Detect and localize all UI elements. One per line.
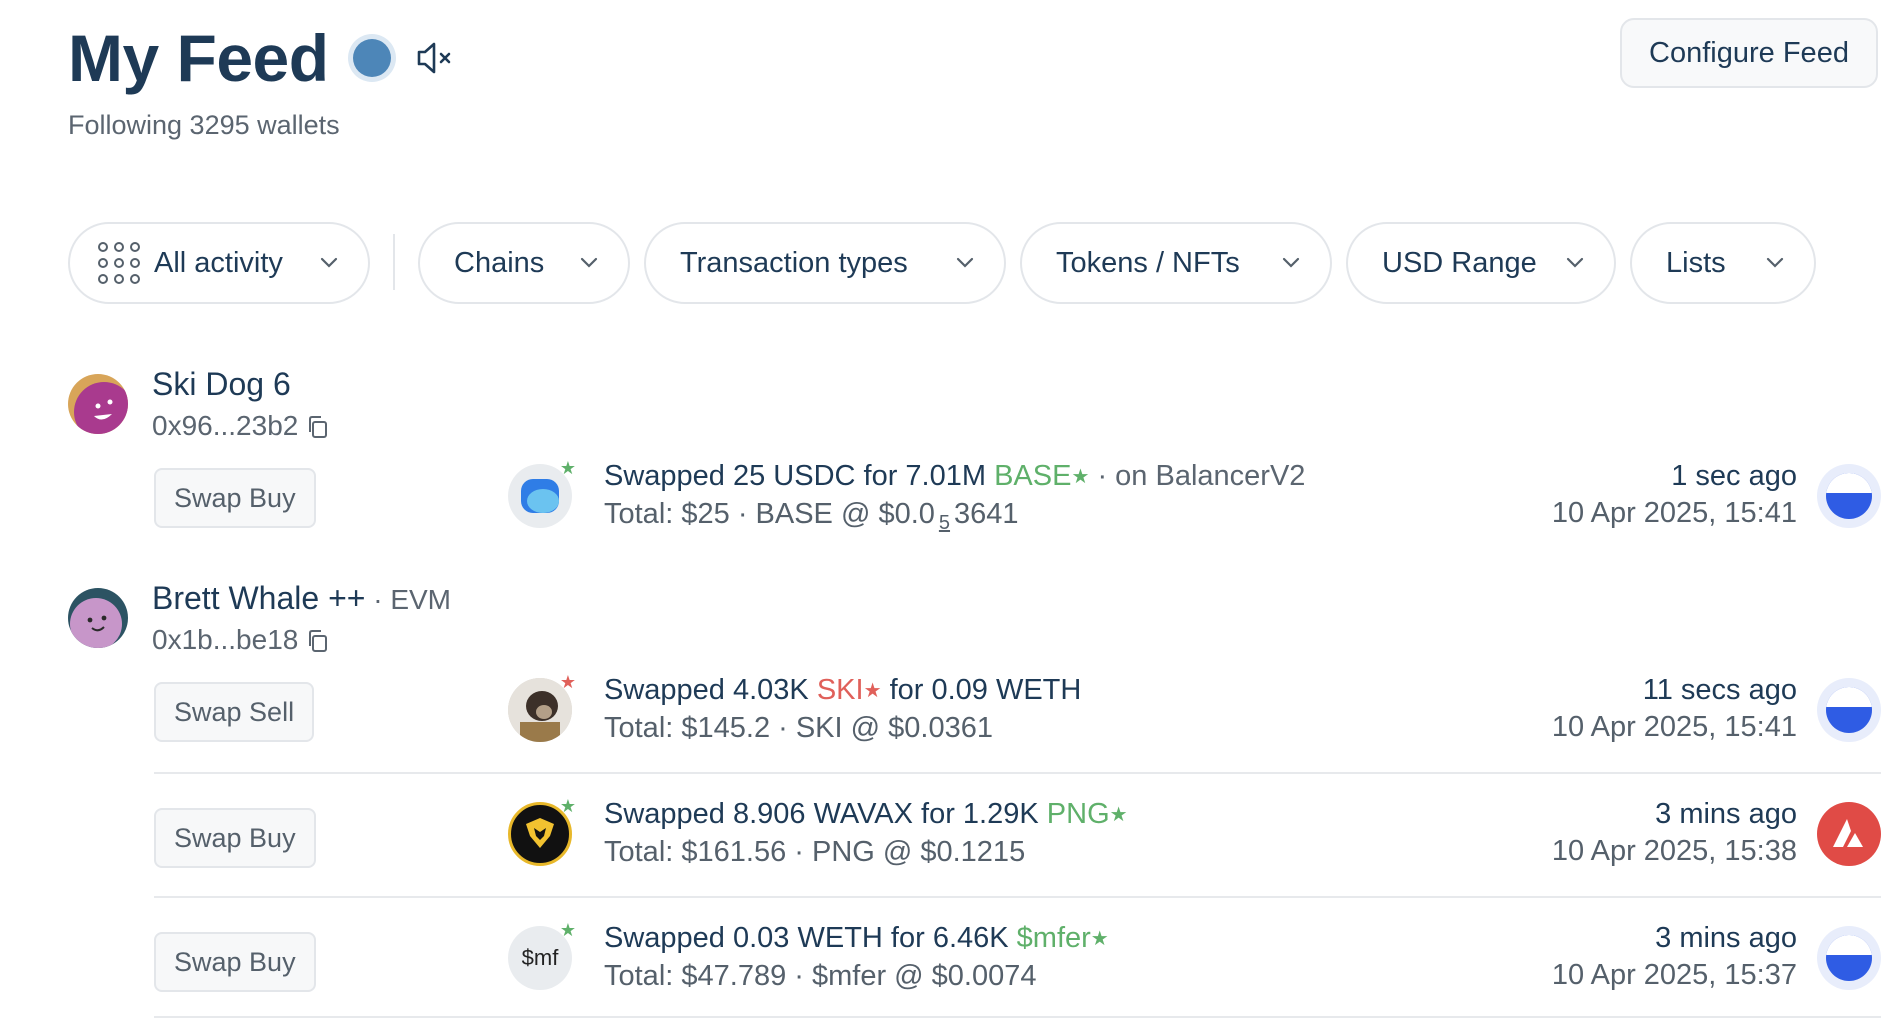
chevron-down-icon [320, 257, 338, 268]
filter-label: Lists [1666, 246, 1726, 279]
activity-description: Swapped 8.906 WAVAX for 1.29K PNG★ [604, 798, 1128, 831]
wallet-address: 0x1b...be18 [152, 624, 328, 656]
filter-label: USD Range [1382, 246, 1537, 279]
avatar[interactable] [68, 374, 128, 434]
timestamp: 10 Apr 2025, 15:41 [1551, 497, 1797, 529]
filter-usd-range[interactable]: USD Range [1346, 222, 1616, 304]
activity-row[interactable]: Swap Buy ★ Swapped 25 USDC for 7.01M BAS… [154, 458, 1881, 552]
time-ago: 3 mins ago [1655, 798, 1797, 830]
activity-total: Total: $161.56 · PNG @ $0.1215 [604, 836, 1026, 868]
swap-buy-badge[interactable]: Swap Buy [154, 808, 316, 868]
wallet-name-text: Brett Whale ++ [152, 580, 366, 616]
star-icon: ★ [559, 796, 576, 816]
base-chain-icon[interactable] [1817, 926, 1881, 990]
page-title: My Feed [68, 21, 329, 95]
wallet-name[interactable]: Ski Dog 6 [152, 366, 291, 403]
star-icon: ★ [559, 458, 576, 478]
copy-icon[interactable] [306, 414, 328, 438]
star-icon: ★ [559, 672, 576, 692]
filter-label: Transaction types [680, 246, 908, 279]
activity-total: Total: $25 · BASE @ $0.0 5 3641 [604, 498, 1019, 534]
activity-description: Swapped 0.03 WETH for 6.46K $mfer★ [604, 922, 1109, 955]
configure-feed-button[interactable]: Configure Feed [1620, 18, 1878, 88]
chevron-down-icon [1282, 257, 1300, 268]
wallet-tag: · EVM [365, 584, 451, 615]
activity-time: 3 mins ago 10 Apr 2025, 15:38 [1552, 798, 1797, 868]
timestamp: 10 Apr 2025, 15:38 [1551, 835, 1797, 867]
desc-venue: · on BalancerV2 [1089, 460, 1306, 492]
avatar[interactable] [68, 588, 128, 648]
filter-transaction-types[interactable]: Transaction types [644, 222, 1006, 304]
star-icon: ★ [559, 920, 576, 940]
desc-suffix: for 0.09 WETH [881, 674, 1082, 706]
base-chain-icon[interactable] [1817, 464, 1881, 528]
activity-time: 1 sec ago 10 Apr 2025, 15:41 [1552, 460, 1797, 530]
activity-time: 3 mins ago 10 Apr 2025, 15:37 [1552, 922, 1797, 992]
time-ago: 11 secs ago [1642, 674, 1797, 706]
filter-label: Chains [454, 246, 545, 279]
total-digits: 3641 [954, 498, 1019, 530]
wallet-address-text: 0x96...23b2 [152, 410, 299, 441]
base-chain-icon[interactable] [1817, 678, 1881, 742]
token-icon-mfer[interactable]: $mf ★ [508, 920, 576, 990]
activity-row[interactable]: Swap Buy $mf ★ Swapped 0.03 WETH for 6.4… [154, 920, 1881, 1018]
filter-all-activity[interactable]: All activity [68, 222, 370, 304]
chevron-down-icon [956, 257, 974, 268]
filter-divider [393, 234, 395, 290]
time-ago: 3 mins ago [1655, 922, 1797, 954]
activity-total: Total: $47.789 · $mfer @ $0.0074 [604, 960, 1037, 992]
zero-count: 5 [938, 512, 951, 534]
timestamp: 10 Apr 2025, 15:37 [1551, 959, 1797, 991]
activity-description: Swapped 25 USDC for 7.01M BASE★ · on Bal… [604, 460, 1305, 493]
avalanche-chain-icon[interactable] [1817, 802, 1881, 866]
wallet-name-text: Ski Dog 6 [152, 366, 291, 402]
filter-label: All activity [154, 246, 283, 279]
time-ago: 1 sec ago [1671, 460, 1797, 492]
chevron-down-icon [1766, 257, 1784, 268]
filter-label: Tokens / NFTs [1056, 246, 1240, 279]
token-link[interactable]: BASE [994, 460, 1071, 492]
activity-time: 11 secs ago 10 Apr 2025, 15:41 [1552, 674, 1797, 744]
swap-buy-badge[interactable]: Swap Buy [154, 468, 316, 528]
chevron-down-icon [1566, 257, 1584, 268]
activity-description: Swapped 4.03K SKI★ for 0.09 WETH [604, 674, 1081, 707]
token-link[interactable]: PNG [1047, 798, 1110, 830]
desc-text: Swapped 25 USDC for 7.01M [604, 460, 995, 492]
token-icon-base[interactable]: ★ [508, 458, 576, 528]
token-link[interactable]: SKI [817, 674, 864, 706]
speaker-muted-icon[interactable] [415, 37, 457, 79]
filter-tokens-nfts[interactable]: Tokens / NFTs [1020, 222, 1332, 304]
live-status-dot [352, 39, 391, 77]
feed-header: My Feed [68, 20, 457, 96]
star-icon: ★ [1071, 466, 1090, 488]
star-icon: ★ [1090, 928, 1109, 950]
timestamp: 10 Apr 2025, 15:41 [1551, 711, 1797, 743]
swap-buy-badge[interactable]: Swap Buy [154, 932, 316, 992]
chevron-down-icon [580, 257, 598, 268]
desc-text: Swapped 0.03 WETH for 6.46K [604, 922, 1017, 954]
desc-text: Swapped 8.906 WAVAX for 1.29K [604, 798, 1047, 830]
wallet-address: 0x96...23b2 [152, 410, 328, 442]
wallet-address-text: 0x1b...be18 [152, 624, 299, 655]
desc-text: Swapped 4.03K [604, 674, 817, 706]
star-icon: ★ [863, 680, 882, 702]
token-link[interactable]: $mfer [1017, 922, 1091, 954]
star-icon: ★ [1109, 804, 1128, 826]
token-icon-png[interactable]: ★ [508, 796, 576, 866]
filter-chains[interactable]: Chains [418, 222, 630, 304]
token-icon-ski[interactable]: ★ [508, 672, 576, 742]
activity-row[interactable]: Swap Sell ★ Swapped 4.03K SKI★ for 0.09 … [154, 672, 1881, 774]
activity-row[interactable]: Swap Buy ★ Swapped 8.906 WAVAX for 1.29K… [154, 796, 1881, 898]
filter-lists[interactable]: Lists [1630, 222, 1816, 304]
grid-icon [98, 242, 140, 284]
total-text: Total: $25 · BASE @ $0.0 [604, 498, 935, 530]
copy-icon[interactable] [306, 628, 328, 652]
wallet-name[interactable]: Brett Whale ++ · EVM [152, 580, 451, 617]
activity-total: Total: $145.2 · SKI @ $0.0361 [604, 712, 993, 744]
swap-sell-badge[interactable]: Swap Sell [154, 682, 315, 742]
following-count: Following 3295 wallets [68, 110, 340, 140]
